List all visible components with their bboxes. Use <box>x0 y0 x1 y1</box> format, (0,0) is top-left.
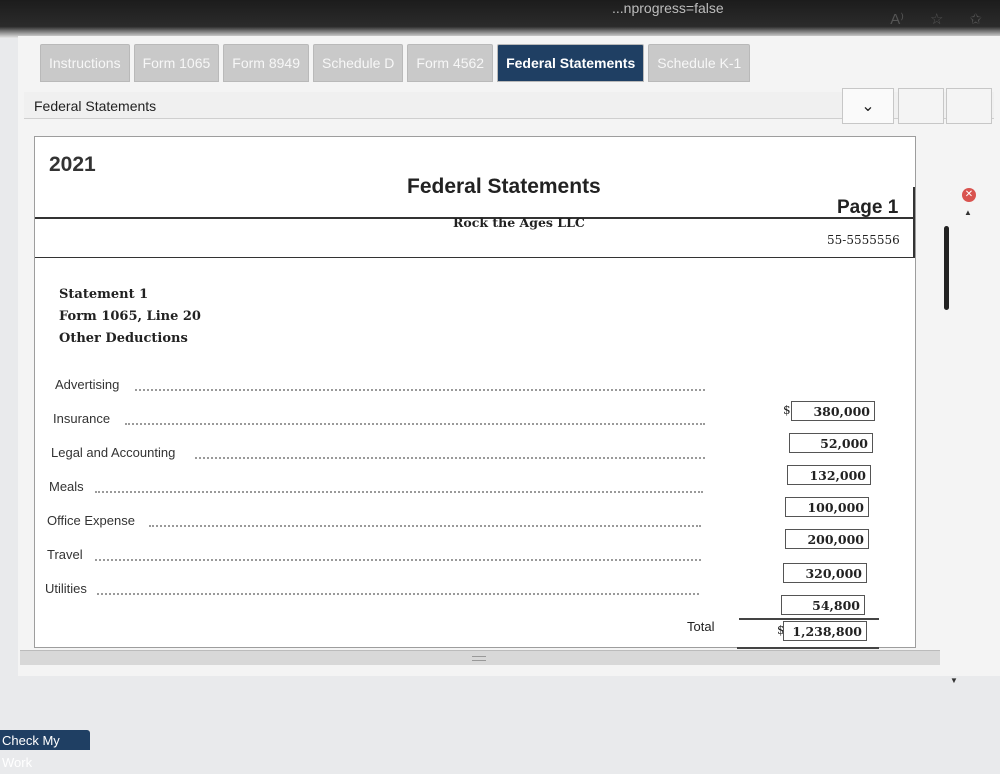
vertical-scrollbar-thumb[interactable] <box>944 226 949 310</box>
item-label: Legal and Accounting <box>51 445 176 460</box>
company-name: Rock the Ages LLC <box>453 215 585 230</box>
leader-dots <box>95 491 703 493</box>
app-window: Instructions Form 1065 Form 8949 Schedul… <box>18 36 1000 685</box>
page-number: Page 1 <box>837 197 899 218</box>
document-title: Federal Statements <box>407 175 601 198</box>
statement-number: Statement 1 <box>59 287 149 302</box>
tax-year: 2021 <box>49 153 96 176</box>
tab-form-1065[interactable]: Form 1065 <box>133 44 220 82</box>
item-label: Travel <box>47 547 83 562</box>
scroll-up-arrow-icon[interactable]: ▲ <box>964 208 972 217</box>
tab-schedule-k1[interactable]: Schedule K-1 <box>648 44 751 82</box>
chevron-down-icon: ⌄ <box>861 98 875 115</box>
ein: 55-5555556 <box>827 233 900 247</box>
tab-form-8949[interactable]: Form 8949 <box>223 44 309 82</box>
toolbar-button-blank-1[interactable] <box>898 88 944 124</box>
total-label: Total <box>687 619 715 634</box>
favorite-star-icon[interactable]: ☆ <box>930 10 943 28</box>
check-my-work-button[interactable]: Check My Work <box>0 730 90 770</box>
amount-field[interactable]: 52,000 <box>789 433 873 453</box>
total-amount-field[interactable]: 1,238,800 <box>783 621 867 641</box>
section-title: Federal Statements <box>34 98 157 114</box>
total-bottom-rule <box>737 647 879 649</box>
tab-instructions[interactable]: Instructions <box>40 44 130 82</box>
browser-top-bar: ...nprogress=false A⁾ ☆ ✩ <box>0 0 1000 38</box>
amount-field[interactable]: 132,000 <box>787 465 871 485</box>
title-box-edge <box>913 187 915 257</box>
dollar-sign: $ <box>783 403 791 417</box>
statement-form: Form 1065, Line 20 <box>59 309 201 324</box>
tab-federal-statements[interactable]: Federal Statements <box>497 44 645 82</box>
resize-grip-icon[interactable] <box>472 656 486 661</box>
browser-toolbar: A⁾ ☆ ✩ <box>890 10 982 28</box>
favorites-list-icon[interactable]: ✩ <box>969 10 982 28</box>
tab-bar: Instructions Form 1065 Form 8949 Schedul… <box>40 44 751 82</box>
leader-dots <box>195 457 705 459</box>
item-label: Advertising <box>55 377 120 392</box>
toolbar-button-blank-2[interactable] <box>946 88 992 124</box>
title-bottom-rule <box>35 257 915 258</box>
item-label: Office Expense <box>47 513 135 528</box>
scroll-down-arrow-icon[interactable]: ▼ <box>950 676 958 685</box>
close-icon[interactable]: ✕ <box>962 188 976 202</box>
tab-schedule-d[interactable]: Schedule D <box>313 44 404 82</box>
total-top-rule <box>739 618 879 620</box>
leader-dots <box>125 423 705 425</box>
section-header: Federal Statements ⌄ <box>24 88 994 124</box>
url-fragment: ...nprogress=false <box>612 0 724 16</box>
amount-field[interactable]: 320,000 <box>783 563 867 583</box>
leader-dots <box>95 559 701 561</box>
item-label: Insurance <box>53 411 111 426</box>
tab-form-4562[interactable]: Form 4562 <box>407 44 494 82</box>
amount-field[interactable]: 100,000 <box>785 497 869 517</box>
statement-category: Other Deductions <box>59 331 188 346</box>
statement-document: 2021 Federal Statements Rock the Ages LL… <box>34 136 916 649</box>
leader-dots <box>135 389 705 391</box>
leader-dots <box>97 593 699 595</box>
amount-field[interactable]: 200,000 <box>785 529 869 549</box>
read-aloud-icon[interactable]: A⁾ <box>890 10 904 28</box>
item-label: Meals <box>49 479 84 494</box>
leader-dots <box>149 525 701 527</box>
item-label: Utilities <box>45 581 87 596</box>
amount-field[interactable]: 380,000 <box>791 401 875 421</box>
section-dropdown-button[interactable]: ⌄ <box>842 88 894 124</box>
amount-field[interactable]: 54,800 <box>781 595 865 615</box>
